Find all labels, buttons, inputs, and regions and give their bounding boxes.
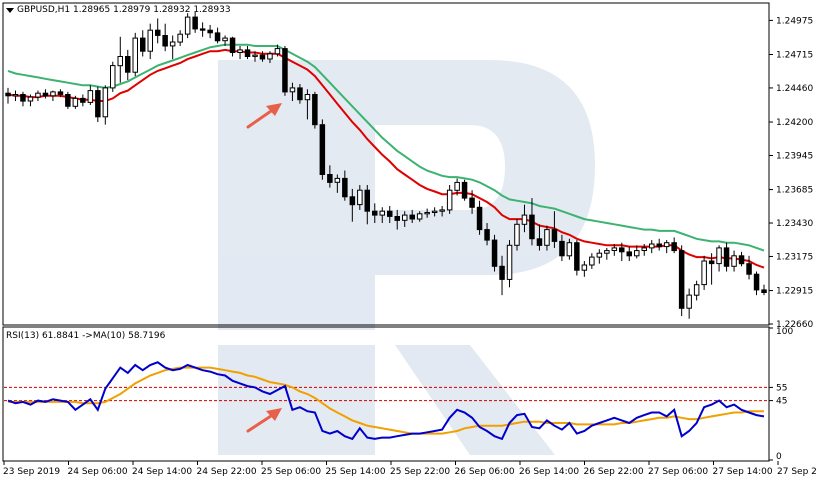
candle: [574, 240, 580, 276]
candle: [169, 35, 176, 60]
candle: [476, 200, 483, 235]
y-tick-label: 1.24460: [776, 84, 813, 94]
candle: [102, 85, 109, 125]
candle: [746, 255, 752, 280]
candle: [319, 119, 326, 180]
candle: [626, 246, 632, 262]
candle: [5, 87, 11, 104]
candle: [50, 90, 56, 102]
y-tick-label: 1.23945: [776, 151, 813, 161]
x-tick-label: 26 Sep 14:00: [519, 467, 579, 477]
rsi-tick-label: 0: [776, 452, 782, 462]
low-value: 1.28932: [153, 5, 191, 15]
candle: [723, 242, 730, 272]
candle: [80, 94, 86, 107]
high-value: 1.28979: [113, 5, 151, 15]
rsi-tick-label: 55: [776, 383, 787, 393]
candle: [604, 247, 610, 260]
chart-header: GBPUSD,H1 1.28965 1.28979 1.28932 1.2893…: [17, 5, 231, 15]
x-tick-label: 26 Sep 22:00: [584, 467, 644, 477]
rsi-tick-label: 45: [776, 397, 787, 407]
candle: [506, 240, 513, 288]
candle: [671, 237, 677, 254]
rsi-label: RSI(13) 61.8841: [6, 331, 80, 341]
candle: [491, 234, 498, 272]
candle: [596, 249, 603, 264]
watermark-logo: [218, 60, 595, 455]
candle: [663, 240, 670, 254]
rsi-header: RSI(13) 61.8841 ->MA(10) 58.7196: [6, 331, 165, 341]
x-tick-label: 25 Sep 06:00: [261, 467, 321, 477]
candle: [312, 91, 318, 129]
symbol-label: GBPUSD,H1: [17, 5, 71, 15]
x-tick-label: 25 Sep 14:00: [326, 467, 386, 477]
candle: [192, 11, 198, 33]
candle: [147, 23, 153, 60]
candle: [753, 271, 760, 296]
candle: [199, 22, 206, 37]
candle: [738, 251, 745, 267]
candle: [110, 61, 116, 92]
candle: [701, 255, 707, 290]
candle: [649, 240, 655, 254]
x-tick-label: 24 Sep 06:00: [68, 467, 128, 477]
candle: [155, 18, 161, 44]
y-tick-label: 1.24200: [776, 118, 813, 128]
chart-canvas[interactable]: 1.24975 1.24715 1.24460 1.24200 1.23945 1.236…: [0, 0, 817, 483]
rsi-tick-label: 100: [776, 327, 793, 337]
candle: [12, 90, 19, 102]
candle: [446, 184, 453, 214]
x-tick-label: 23 Sep 2019: [3, 467, 60, 477]
candle: [95, 86, 101, 123]
candle: [87, 85, 94, 105]
candle: [140, 30, 146, 57]
candle: [678, 245, 685, 317]
candle: [761, 284, 767, 296]
candle: [35, 90, 41, 102]
candle: [65, 91, 71, 109]
x-tick-label: 27 Sep 06:00: [648, 467, 708, 477]
candle: [693, 280, 700, 301]
triangle-down-icon: [6, 8, 14, 13]
candle: [282, 45, 288, 96]
x-tick-label: 26 Sep 06:00: [455, 467, 515, 477]
candle: [716, 245, 722, 272]
candle: [125, 49, 131, 81]
x-tick-label: 24 Sep 22:00: [197, 467, 257, 477]
chart-window: 1.24975 1.24715 1.24460 1.24200 1.23945 1.236…: [0, 0, 817, 483]
candle: [117, 36, 123, 83]
candle: [244, 45, 251, 60]
candle: [589, 253, 595, 269]
candle: [581, 261, 588, 277]
y-tick-label: 1.22915: [776, 287, 813, 297]
main-panel-frame: [2, 2, 770, 326]
y-tick-label: 1.23685: [776, 186, 813, 196]
rsi-panel-frame: [2, 326, 770, 462]
x-tick-label: 27 Sep 22:00: [777, 467, 817, 477]
candle: [461, 179, 468, 201]
open-value: 1.28965: [73, 5, 111, 15]
candle: [229, 36, 236, 57]
candle: [184, 13, 191, 39]
rsi-ma-label: ->MA(10) 58.7196: [82, 331, 166, 341]
candle: [214, 27, 221, 44]
y-tick-label: 1.24715: [776, 50, 813, 60]
close-value: 1.28933: [193, 5, 231, 15]
x-tick-label: 25 Sep 22:00: [390, 467, 450, 477]
x-tick-label: 27 Sep 14:00: [713, 467, 773, 477]
candle: [177, 30, 183, 46]
candle: [686, 288, 692, 319]
y-tick-label: 1.23175: [776, 252, 813, 262]
candle: [132, 32, 138, 77]
x-tick-label: 24 Sep 14:00: [132, 467, 192, 477]
y-tick-label: 1.23430: [776, 219, 813, 229]
candle: [20, 91, 26, 107]
candle: [731, 250, 737, 272]
candle: [656, 238, 662, 251]
candle: [207, 24, 213, 39]
y-tick-label: 1.24975: [776, 16, 813, 26]
candle: [237, 45, 243, 60]
candle: [162, 23, 168, 52]
